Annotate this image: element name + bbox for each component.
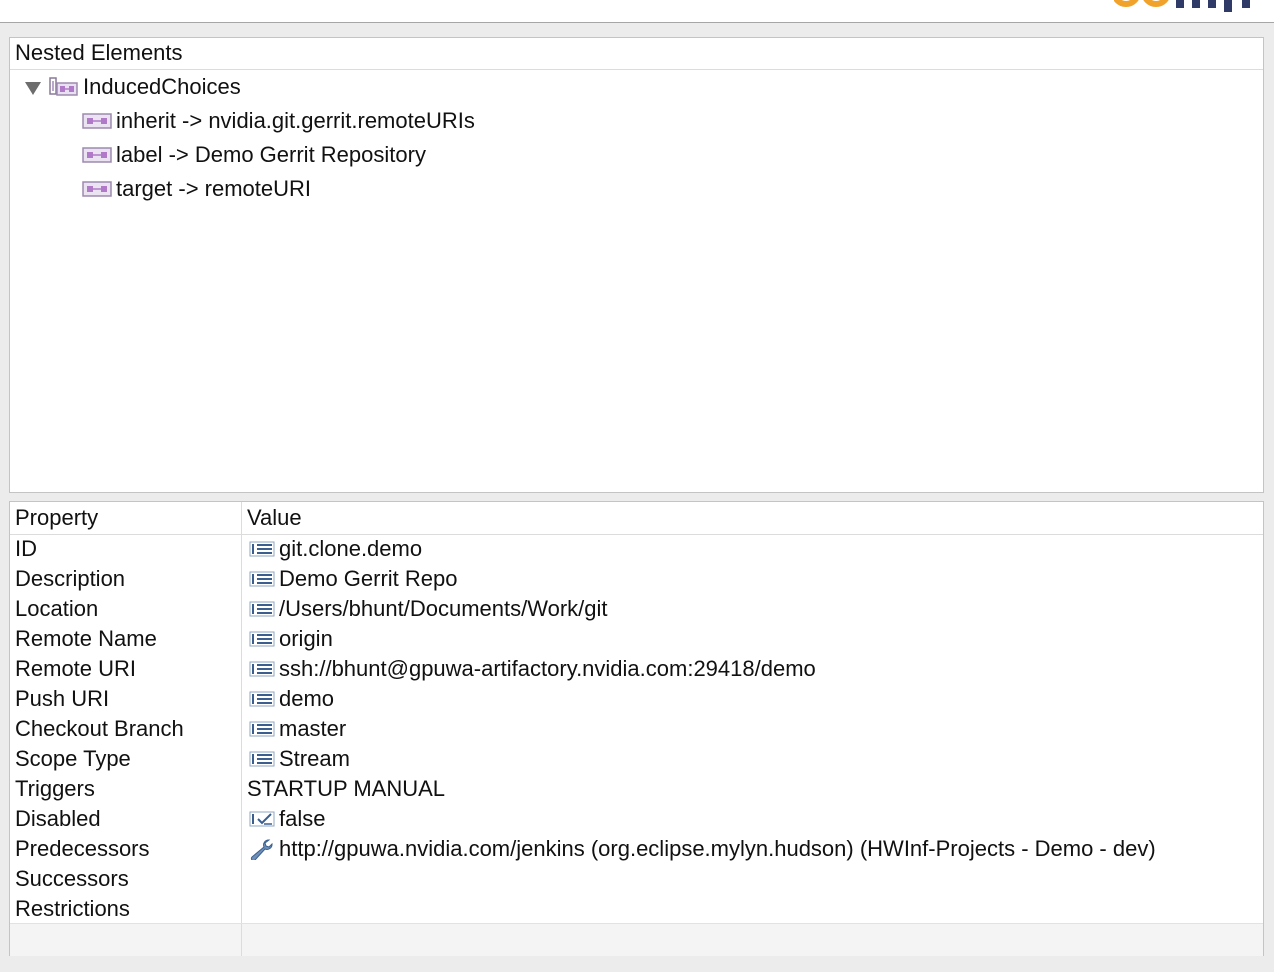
property-value: demo — [279, 686, 335, 711]
property-row-triggers[interactable]: Triggers STARTUP MANUAL — [10, 774, 1263, 804]
properties-panel: Property Value ID git.clone.demo Descrip… — [9, 501, 1264, 956]
property-name: Triggers — [15, 776, 95, 801]
property-name: Location — [15, 596, 99, 621]
property-name: Scope Type — [15, 746, 131, 771]
property-value: STARTUP MANUAL — [247, 776, 446, 801]
text-field-icon — [249, 661, 275, 677]
column-header-property[interactable]: Property — [15, 503, 98, 533]
property-name: Description — [15, 566, 126, 591]
property-value: origin — [279, 626, 333, 651]
expand-arrow-icon[interactable] — [25, 81, 41, 95]
properties-empty-area — [10, 923, 1263, 956]
tree-node-label: InducedChoices — [83, 74, 241, 99]
column-header-value[interactable]: Value — [247, 503, 302, 533]
property-row-location[interactable]: Location /Users/bhunt/Documents/Work/git — [10, 594, 1263, 624]
property-value: /Users/bhunt/Documents/Work/git — [279, 596, 608, 621]
property-value: master — [279, 716, 347, 741]
detail-entry-icon — [82, 147, 112, 163]
property-value: Demo Gerrit Repo — [279, 566, 458, 591]
property-row-push-uri[interactable]: Push URI demo — [10, 684, 1263, 714]
annotation-element-icon — [49, 77, 78, 96]
property-row-disabled[interactable]: Disabled false — [10, 804, 1263, 834]
property-value: false — [279, 806, 326, 831]
oomph-logo-icon — [1114, 0, 1250, 12]
property-value: Stream — [279, 746, 350, 771]
property-row-successors[interactable]: Successors — [10, 864, 1263, 894]
tree-node-child[interactable]: inherit -> nvidia.git.gerrit.remoteURIs — [82, 105, 475, 137]
tree-node-child[interactable]: target -> remoteURI — [82, 173, 311, 205]
property-row-restrictions[interactable]: Restrictions — [10, 894, 1263, 924]
tree-node-induced-choices[interactable]: InducedChoices — [25, 71, 241, 103]
property-row-scope-type[interactable]: Scope Type Stream — [10, 744, 1263, 774]
top-toolbar-strip — [0, 0, 1274, 23]
tree-node-label: inherit -> nvidia.git.gerrit.remoteURIs — [116, 108, 475, 133]
column-divider — [241, 924, 242, 956]
property-name: Remote Name — [15, 626, 157, 651]
property-name: Restrictions — [15, 896, 130, 921]
tree-node-label: label -> Demo Gerrit Repository — [116, 142, 426, 167]
detail-entry-icon — [82, 181, 112, 197]
property-name: Predecessors — [15, 836, 150, 861]
property-row-checkout-branch[interactable]: Checkout Branch master — [10, 714, 1263, 744]
property-name: Successors — [15, 866, 129, 891]
text-field-icon — [249, 751, 275, 767]
tree-node-child[interactable]: label -> Demo Gerrit Repository — [82, 139, 426, 171]
property-value: http://gpuwa.nvidia.com/jenkins (org.ecl… — [279, 836, 1156, 861]
text-field-icon — [249, 571, 275, 587]
properties-table-header: Property Value — [10, 502, 1263, 535]
text-field-icon — [249, 691, 275, 707]
nested-elements-title: Nested Elements — [10, 38, 1263, 70]
property-row-predecessors[interactable]: Predecessors http://gpuwa.nvidia.com/jen… — [10, 834, 1263, 864]
property-name: Checkout Branch — [15, 716, 184, 741]
text-field-icon — [249, 721, 275, 737]
tree-node-label: target -> remoteURI — [116, 176, 312, 201]
property-name: Remote URI — [15, 656, 137, 681]
property-value: git.clone.demo — [279, 536, 423, 561]
property-row-id[interactable]: ID git.clone.demo — [10, 534, 1263, 564]
text-field-icon — [249, 601, 275, 617]
detail-entry-icon — [82, 113, 112, 129]
property-name: ID — [15, 536, 37, 561]
text-field-icon — [249, 541, 275, 557]
boolean-check-icon — [249, 811, 275, 827]
property-name: Push URI — [15, 686, 110, 711]
property-row-remote-name[interactable]: Remote Name origin — [10, 624, 1263, 654]
text-field-icon — [249, 631, 275, 647]
property-name: Disabled — [15, 806, 101, 831]
nested-elements-panel: Nested Elements InducedChoices inherit -… — [9, 37, 1264, 493]
wrench-icon — [250, 839, 273, 860]
property-row-description[interactable]: Description Demo Gerrit Repo — [10, 564, 1263, 594]
property-row-remote-uri[interactable]: Remote URI ssh://bhunt@gpuwa-artifactory… — [10, 654, 1263, 684]
property-value: ssh://bhunt@gpuwa-artifactory.nvidia.com… — [279, 656, 816, 681]
